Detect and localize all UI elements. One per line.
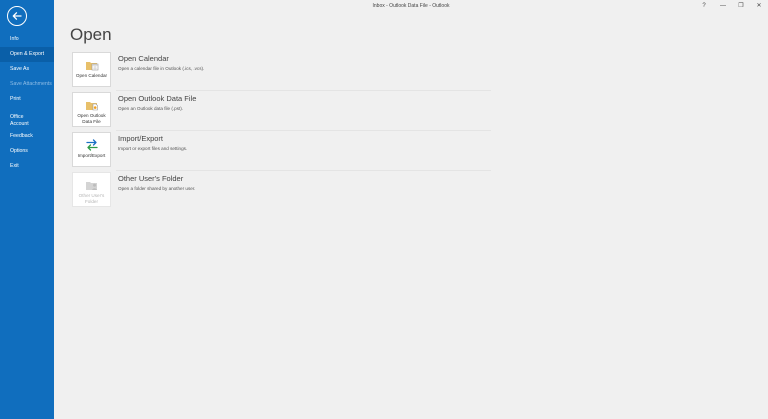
option-title[interactable]: Open Outlook Data File bbox=[118, 94, 196, 103]
nav-item-info[interactable]: Info bbox=[0, 32, 54, 47]
minimize-button[interactable]: — bbox=[718, 2, 728, 10]
option-text: Open Calendar Open a calendar file in Ou… bbox=[118, 54, 204, 71]
nav-item-feedback[interactable]: Feedback bbox=[0, 129, 54, 144]
backstage-nav: Info Open & Export Save As Save Attachme… bbox=[0, 32, 54, 174]
nav-item-exit[interactable]: Exit bbox=[0, 159, 54, 174]
shared-folder-icon bbox=[85, 182, 97, 190]
nav-item-save-as[interactable]: Save As bbox=[0, 62, 54, 77]
option-description: Open an Outlook data file (.pst). bbox=[118, 106, 184, 111]
data-file-folder-icon bbox=[85, 102, 98, 111]
window-title: Inbox - Outlook Data File - Outlook bbox=[372, 3, 450, 9]
back-arrow-icon bbox=[12, 12, 22, 20]
option-title: Other User's Folder bbox=[118, 174, 184, 183]
option-divider bbox=[116, 170, 491, 171]
option-text: Open Outlook Data File Open an Outlook d… bbox=[118, 94, 196, 111]
tile-label: Open Outlook Data File bbox=[77, 113, 106, 124]
tile-label: Open Calendar bbox=[75, 73, 108, 78]
other-users-folder-button: Other User's Folder bbox=[72, 172, 111, 207]
option-divider bbox=[116, 90, 491, 91]
option-title[interactable]: Import/Export bbox=[118, 134, 187, 143]
nav-item-office-account[interactable]: Office Account bbox=[0, 112, 40, 129]
option-other-users-folder: Other User's Folder Other User's Folder … bbox=[72, 172, 552, 212]
import-export-button[interactable]: Import/Export bbox=[72, 132, 111, 167]
import-export-arrows-icon bbox=[85, 139, 98, 151]
option-text: Import/Export Import or export files and… bbox=[118, 134, 187, 151]
nav-item-open-export[interactable]: Open & Export bbox=[0, 47, 54, 62]
nav-item-print[interactable]: Print bbox=[0, 92, 54, 107]
open-outlook-data-file-button[interactable]: Open Outlook Data File bbox=[72, 92, 111, 127]
restore-button[interactable]: ❐ bbox=[736, 2, 746, 10]
nav-item-options[interactable]: Options bbox=[0, 144, 54, 159]
open-calendar-button[interactable]: Open Calendar bbox=[72, 52, 111, 87]
option-title[interactable]: Open Calendar bbox=[118, 54, 204, 63]
option-description: Import or export files and settings. bbox=[118, 146, 188, 151]
page-title: Open bbox=[70, 25, 112, 44]
help-button[interactable]: ? bbox=[699, 2, 709, 10]
option-text: Other User's Folder Open a folder shared… bbox=[118, 174, 195, 191]
tile-label: Other User's Folder bbox=[78, 193, 105, 204]
option-open-calendar: Open Calendar Open Calendar Open a calen… bbox=[72, 52, 552, 92]
back-button[interactable] bbox=[7, 6, 27, 26]
close-button[interactable]: ✕ bbox=[754, 2, 764, 10]
open-options-list: Open Calendar Open Calendar Open a calen… bbox=[72, 52, 552, 212]
nav-item-save-attachments: Save Attachments bbox=[10, 81, 52, 87]
calendar-folder-icon bbox=[85, 62, 98, 71]
title-bar: Inbox - Outlook Data File - Outlook ? — … bbox=[54, 0, 768, 12]
tile-label: Import/Export bbox=[77, 153, 106, 158]
option-description: Open a folder shared by another user. bbox=[118, 186, 196, 191]
option-divider bbox=[116, 130, 491, 131]
backstage-sidebar: Info Open & Export Save As Save Attachme… bbox=[0, 0, 54, 419]
option-open-outlook-data-file: Open Outlook Data File Open Outlook Data… bbox=[72, 92, 552, 132]
option-description: Open a calendar file in Outlook (.ics, .… bbox=[118, 66, 205, 71]
option-import-export: Import/Export Import/Export Import or ex… bbox=[72, 132, 552, 172]
